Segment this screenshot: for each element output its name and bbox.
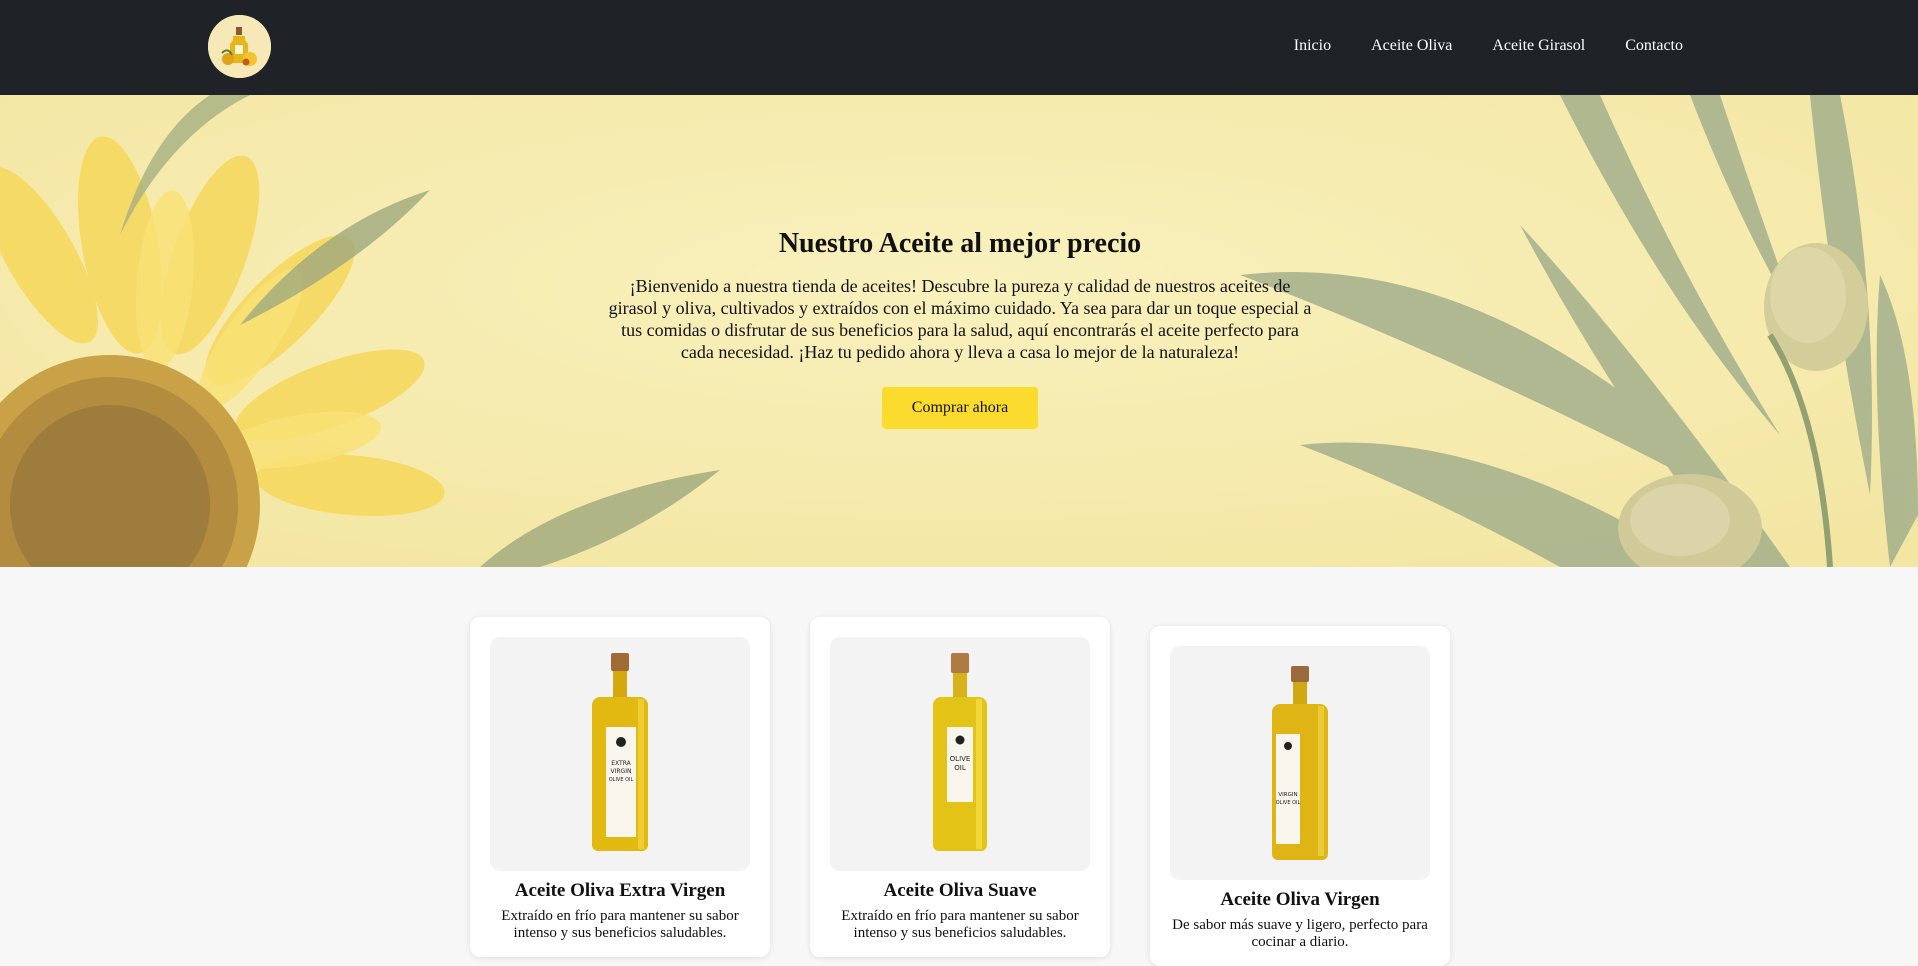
product-image: EXTRA VIRGIN OLIVE OIL xyxy=(490,637,750,871)
product-image: OLIVE OIL xyxy=(830,637,1090,871)
bottle-label-line: OLIVE OIL xyxy=(1276,800,1301,806)
product-title: Aceite Oliva Suave xyxy=(883,880,1037,901)
olive-oil-bottle-icon: VIRGIN OLIVE OIL xyxy=(1272,666,1328,860)
bottle-label-line: VIRGIN xyxy=(611,768,632,775)
product-card-extra-virgen[interactable]: EXTRA VIRGIN OLIVE OIL Aceite Oliva Extr… xyxy=(470,617,770,957)
nav-link-inicio[interactable]: Inicio xyxy=(1294,36,1331,56)
product-card-suave[interactable]: OLIVE OIL Aceite Oliva Suave Extraído en… xyxy=(810,617,1110,957)
bottle-label-line: OLIVE OIL xyxy=(609,777,634,783)
product-title: Aceite Oliva Extra Virgen xyxy=(514,880,726,901)
nav-link-aceite-oliva[interactable]: Aceite Oliva xyxy=(1371,36,1452,56)
logo-oil-icon[interactable] xyxy=(208,15,271,78)
product-card-virgen[interactable]: VIRGIN OLIVE OIL Aceite Oliva Virgen De … xyxy=(1150,626,1450,966)
hero-description: ¡Bienvenido a nuestra tienda de aceites!… xyxy=(608,276,1312,362)
product-image: VIRGIN OLIVE OIL xyxy=(1170,646,1430,880)
hero-title: Nuestro Aceite al mejor precio xyxy=(778,228,1142,259)
bottle-label-line: VIRGIN xyxy=(1278,792,1297,798)
product-description: De sabor más suave y ligero, perfecto pa… xyxy=(1172,917,1428,950)
product-description: Extraído en frío para mantener su sabor … xyxy=(501,908,739,941)
bottle-label-line: EXTRA xyxy=(611,760,631,767)
bottle-label-line: OIL xyxy=(954,764,966,772)
buy-now-button[interactable]: Comprar ahora xyxy=(881,387,1039,429)
product-grid: EXTRA VIRGIN OLIVE OIL Aceite Oliva Extr… xyxy=(0,567,1918,966)
hero-banner: Nuestro Aceite al mejor precio ¡Bienveni… xyxy=(0,95,1918,567)
bottle-label-line: OLIVE xyxy=(950,755,971,763)
olive-oil-bottle-icon: EXTRA VIRGIN OLIVE OIL xyxy=(592,653,648,851)
product-description: Extraído en frío para mantener su sabor … xyxy=(841,908,1079,941)
nav-link-aceite-girasol[interactable]: Aceite Girasol xyxy=(1492,36,1585,56)
nav-links: Inicio Aceite Oliva Aceite Girasol Conta… xyxy=(1294,36,1683,56)
hero-content: Nuestro Aceite al mejor precio ¡Bienveni… xyxy=(600,227,1320,429)
product-title: Aceite Oliva Virgen xyxy=(1220,889,1380,910)
nav-link-contacto[interactable]: Contacto xyxy=(1625,36,1683,56)
navbar: Inicio Aceite Oliva Aceite Girasol Conta… xyxy=(0,0,1918,95)
olive-oil-bottle-icon: OLIVE OIL xyxy=(933,653,987,851)
